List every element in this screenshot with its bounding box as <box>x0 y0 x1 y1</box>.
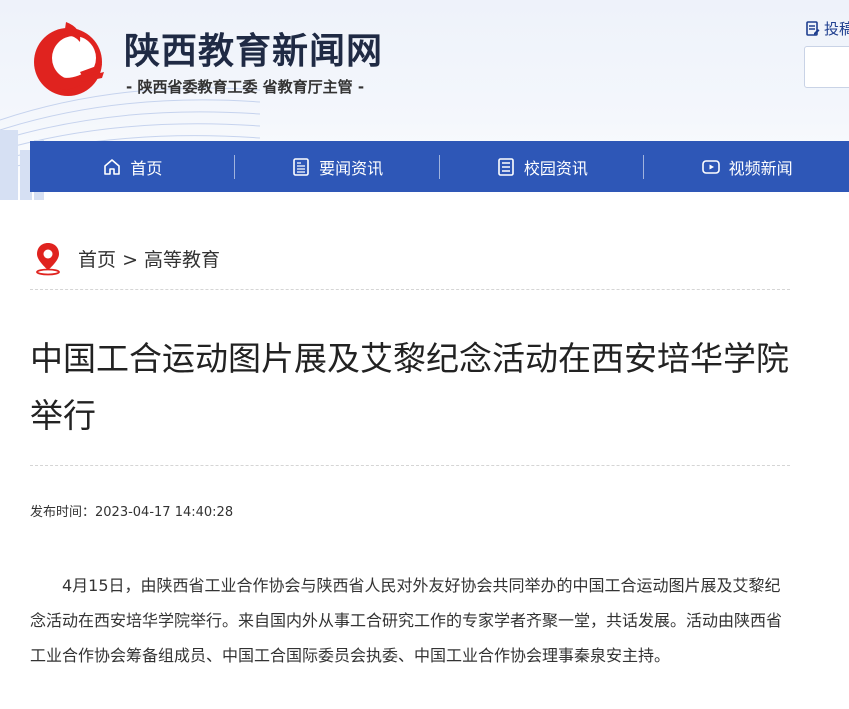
search-input[interactable] <box>804 46 849 88</box>
publish-time-label: 发布时间： <box>30 505 96 520</box>
nav-item-label: 要闻资讯 <box>319 158 384 178</box>
submit-label: 投稿 <box>824 20 849 38</box>
nav-item-campus[interactable]: 校园资讯 <box>440 141 645 192</box>
nav-item-label: 首页 <box>130 158 163 178</box>
document-edit-icon <box>806 20 820 36</box>
nav-item-label: 视频新闻 <box>728 158 793 178</box>
nav-item-video[interactable]: 视频新闻 <box>644 141 849 192</box>
nav-item-label: 校园资讯 <box>523 158 588 178</box>
video-icon <box>701 159 720 174</box>
home-icon <box>104 158 121 175</box>
divider <box>30 465 790 466</box>
site-logo[interactable] <box>30 14 108 100</box>
news-icon <box>293 157 309 176</box>
main-nav: 首页 要闻资讯 校园资讯 视频新闻 <box>30 141 849 192</box>
submit-link[interactable]: 投稿 <box>806 18 849 39</box>
breadcrumb-home-link[interactable]: 首页 <box>78 249 116 271</box>
divider <box>30 289 790 290</box>
site-subtitle: - 陕西省委教育工委 省教育厅主管 - <box>126 78 365 96</box>
article-paragraph: 4月15日，由陕西省工业合作协会与陕西省人民对外友好协会共同举办的中国工合运动图… <box>30 576 783 665</box>
breadcrumb-current-link[interactable]: 高等教育 <box>144 249 220 271</box>
publish-time: 2023-04-17 14:40:28 <box>95 505 234 520</box>
publish-meta: 发布时间：2023-04-17 14:40:28 <box>30 501 233 520</box>
nav-item-news[interactable]: 要闻资讯 <box>235 141 440 192</box>
list-icon <box>498 157 514 176</box>
nav-item-home[interactable]: 首页 <box>30 141 235 192</box>
site-title[interactable]: 陕西教育新闻网 <box>124 22 383 74</box>
breadcrumb: 首页 > 高等教育 <box>30 240 220 276</box>
article-title: 中国工合运动图片展及艾黎纪念活动在西安培华学院举行 <box>30 339 789 435</box>
breadcrumb-separator: > <box>122 248 138 271</box>
location-pin-icon <box>36 243 60 276</box>
